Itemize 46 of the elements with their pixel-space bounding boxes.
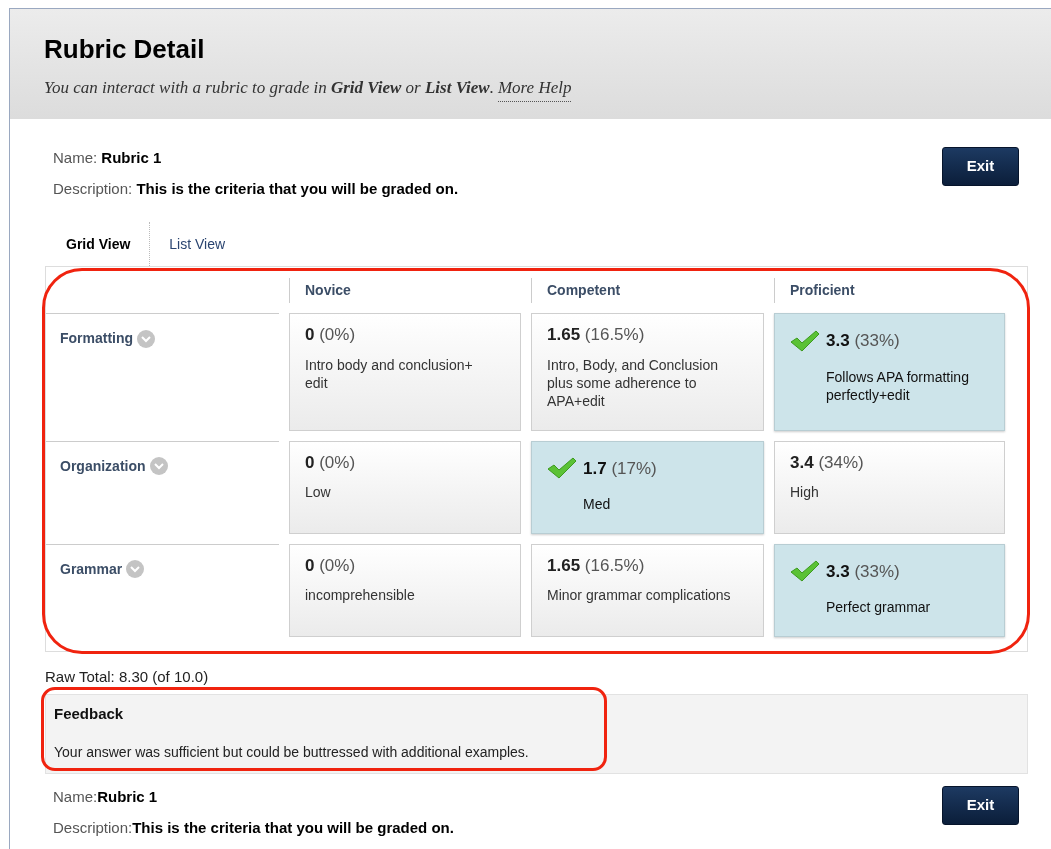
cell-description: Low bbox=[305, 483, 332, 501]
rubric-cell[interactable]: 0 (0%) Low bbox=[289, 440, 521, 534]
cell-score: 1.7 (17%) bbox=[583, 457, 657, 480]
rubric-cell[interactable]: 1.65 (16.5%) Intro, Body, and Conclusion plus some adherence to APA+edit bbox=[531, 313, 764, 431]
column-header: Novice bbox=[289, 278, 521, 303]
rubric-name: Name:Rubric 1 bbox=[53, 787, 159, 807]
cell-score: 1.65 (16.5%) bbox=[547, 555, 645, 575]
rubric-name: Name: Rubric 1 bbox=[53, 148, 163, 168]
rubric-cell[interactable]: 0 (0%) incomprehensible bbox=[289, 543, 521, 637]
rubric-cell[interactable]: 3.3 (33%) Follows APA formatting perfectly+edit bbox=[774, 313, 1005, 431]
rubric-description: Description:This is the criteria that you will be graded on. bbox=[53, 817, 454, 838]
feedback-title: Feedback bbox=[54, 704, 125, 724]
cell-description: Intro, Body, and Conclusion plus some adherence to APA+edit bbox=[547, 355, 719, 410]
raw-total: Raw Total: 8.30 (of 10.0) bbox=[45, 666, 210, 687]
column-header: Proficient bbox=[774, 278, 1005, 303]
cell-description: Med bbox=[582, 495, 612, 513]
cell-score: 3.4 (34%) bbox=[790, 452, 864, 472]
cell-description: Perfect grammar bbox=[825, 598, 932, 616]
criterion-label: Organization bbox=[60, 455, 168, 477]
criterion-label: Grammar bbox=[60, 558, 145, 580]
criterion-label: Formatting bbox=[60, 328, 156, 349]
feedback-text: Your answer was sufficient but could be buttressed with additional examples. bbox=[54, 742, 530, 762]
exit-button[interactable]: Exit bbox=[942, 147, 1019, 186]
view-tab[interactable]: List View bbox=[150, 222, 245, 266]
rubric-cell[interactable]: 0 (0%) Intro body and conclusion+ edit bbox=[289, 313, 521, 431]
rubric-cell[interactable]: 1.65 (16.5%) Minor grammar complications bbox=[531, 543, 764, 637]
cell-score: 3.3 (33%) bbox=[826, 560, 900, 583]
cell-description: incomprehensible bbox=[305, 586, 416, 604]
more-help-link[interactable]: More Help bbox=[497, 75, 572, 102]
rubric-cell[interactable]: 3.4 (34%) High bbox=[774, 440, 1005, 534]
cell-score: 0 (0%) bbox=[305, 325, 356, 344]
column-header: Competent bbox=[531, 278, 764, 303]
cell-description: Intro body and conclusion+ edit bbox=[305, 355, 474, 392]
cell-score: 3.3 (33%) bbox=[826, 330, 900, 352]
cell-description: Minor grammar complications bbox=[547, 586, 732, 604]
rubric-cell[interactable]: 1.7 (17%) Med bbox=[531, 440, 764, 534]
rubric-cell[interactable]: 3.3 (33%) Perfect grammar bbox=[774, 543, 1005, 637]
cell-description: Follows APA formatting perfectly+edit bbox=[825, 367, 970, 404]
cell-score: 0 (0%) bbox=[305, 452, 356, 472]
page-title: Rubric Detail bbox=[44, 33, 206, 65]
subtitle: You can interact with a rubric to grade in Grid View or List View. bbox=[44, 77, 494, 99]
cell-score: 1.65 (16.5%) bbox=[547, 325, 645, 344]
rubric-description: Description: This is the criteria that you will be graded on. bbox=[53, 178, 459, 199]
exit-button[interactable]: Exit bbox=[942, 786, 1019, 825]
cell-description: High bbox=[790, 483, 820, 501]
cell-score: 0 (0%) bbox=[305, 555, 356, 575]
